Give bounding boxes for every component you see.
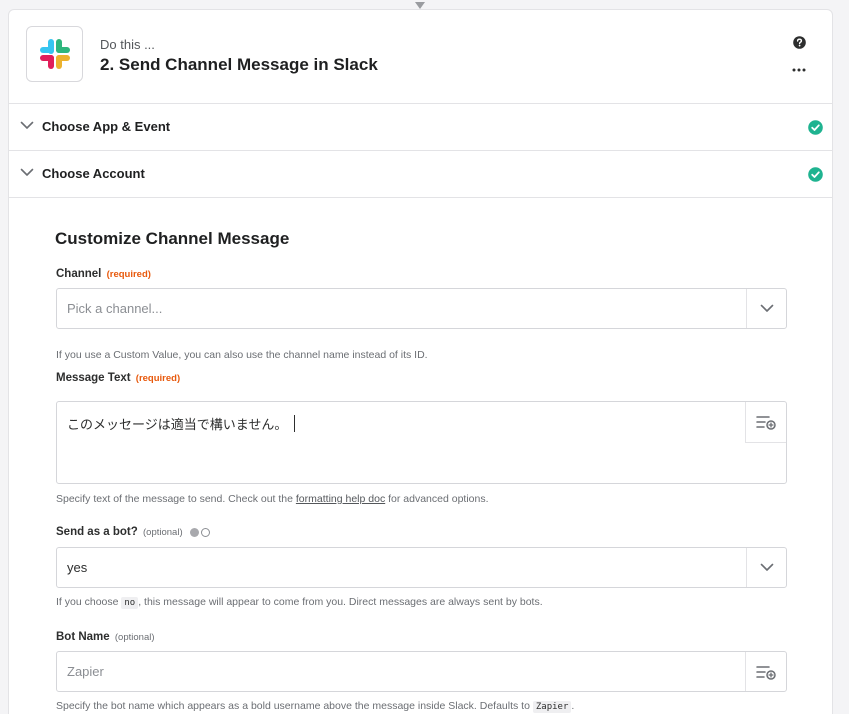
- code-zapier: Zapier: [532, 701, 572, 713]
- check-circle-icon: [808, 120, 823, 135]
- help-icon[interactable]: [793, 36, 806, 49]
- bot-toggle[interactable]: [189, 527, 210, 539]
- form-title: Customize Channel Message: [55, 229, 290, 248]
- section-label: Choose Account: [42, 166, 145, 181]
- send-as-bot-help: If you choose no, this message will appe…: [56, 596, 543, 609]
- insert-data-button[interactable]: [745, 652, 786, 691]
- optional-tag: (optional): [143, 527, 183, 538]
- toggle-dot-empty[interactable]: [200, 528, 210, 538]
- channel-label: Channel (required): [56, 268, 151, 280]
- bot-help-after: , this message will appear to come from …: [138, 596, 543, 608]
- channel-placeholder: Pick a channel...: [67, 301, 163, 316]
- chevron-down-icon: [760, 304, 773, 312]
- chevron-down-icon: [20, 121, 34, 129]
- required-tag: (required): [135, 373, 181, 384]
- bot-name-help: Specify the bot name which appears as a …: [56, 700, 575, 713]
- formatting-help-link[interactable]: formatting help doc: [296, 493, 385, 505]
- send-as-bot-dropdown-toggle[interactable]: [746, 548, 786, 587]
- slack-logo-icon: [39, 39, 70, 69]
- channel-label-text: Channel: [56, 268, 102, 280]
- send-as-bot-label: Send as a bot? (optional): [56, 526, 210, 539]
- step-header: Do this ... 2. Send Channel Message in S…: [9, 10, 832, 104]
- message-text-input[interactable]: このメッセージは適当で構いません。: [56, 401, 787, 484]
- message-text-label: Message Text (required): [56, 372, 180, 384]
- channel-select[interactable]: Pick a channel...: [56, 288, 787, 329]
- bot-name-help-after: .: [571, 700, 575, 712]
- message-text-value: このメッセージは適当で構いません。: [67, 417, 288, 432]
- bot-name-label: Bot Name (optional): [56, 631, 155, 643]
- send-as-bot-label-text: Send as a bot?: [56, 526, 138, 538]
- send-as-bot-select[interactable]: yes: [56, 547, 787, 588]
- bot-name-placeholder: Zapier: [67, 664, 104, 679]
- bot-name-input[interactable]: Zapier: [56, 651, 787, 692]
- message-text-value-wrap: このメッセージは適当で構いません。: [67, 414, 296, 433]
- message-text-help: Specify text of the message to send. Che…: [56, 493, 489, 505]
- section-label: Choose App & Event: [42, 119, 171, 134]
- channel-help-text: If you use a Custom Value, you can also …: [56, 349, 428, 361]
- code-no: no: [121, 597, 139, 609]
- step-card: Do this ... 2. Send Channel Message in S…: [8, 9, 833, 714]
- section-choose-account[interactable]: Choose Account: [9, 151, 832, 198]
- check-circle-icon: [808, 167, 823, 182]
- channel-dropdown-toggle[interactable]: [746, 289, 786, 328]
- message-text-label-text: Message Text: [56, 372, 131, 384]
- message-help-after: for advanced options.: [385, 493, 489, 505]
- step-kicker: Do this ...: [100, 37, 155, 52]
- required-tag: (required): [106, 269, 151, 280]
- insert-data-button[interactable]: [745, 402, 786, 443]
- bot-name-label-text: Bot Name: [56, 631, 110, 643]
- app-icon-tile: [26, 26, 83, 82]
- section-choose-app-event[interactable]: Choose App & Event: [9, 104, 832, 151]
- message-help-before: Specify text of the message to send. Che…: [56, 493, 296, 505]
- send-as-bot-value: yes: [67, 560, 88, 575]
- insert-field-icon: [756, 665, 776, 680]
- step-title: 2. Send Channel Message in Slack: [100, 55, 378, 74]
- insert-field-icon: [756, 416, 776, 430]
- chevron-down-icon: [20, 168, 34, 176]
- optional-tag: (optional): [114, 632, 155, 643]
- more-options-icon[interactable]: [792, 68, 806, 72]
- bot-name-help-before: Specify the bot name which appears as a …: [56, 700, 533, 712]
- chevron-down-icon: [760, 563, 773, 571]
- text-caret: [294, 415, 296, 432]
- bot-help-before: If you choose: [56, 596, 122, 608]
- toggle-dot-filled[interactable]: [189, 528, 199, 538]
